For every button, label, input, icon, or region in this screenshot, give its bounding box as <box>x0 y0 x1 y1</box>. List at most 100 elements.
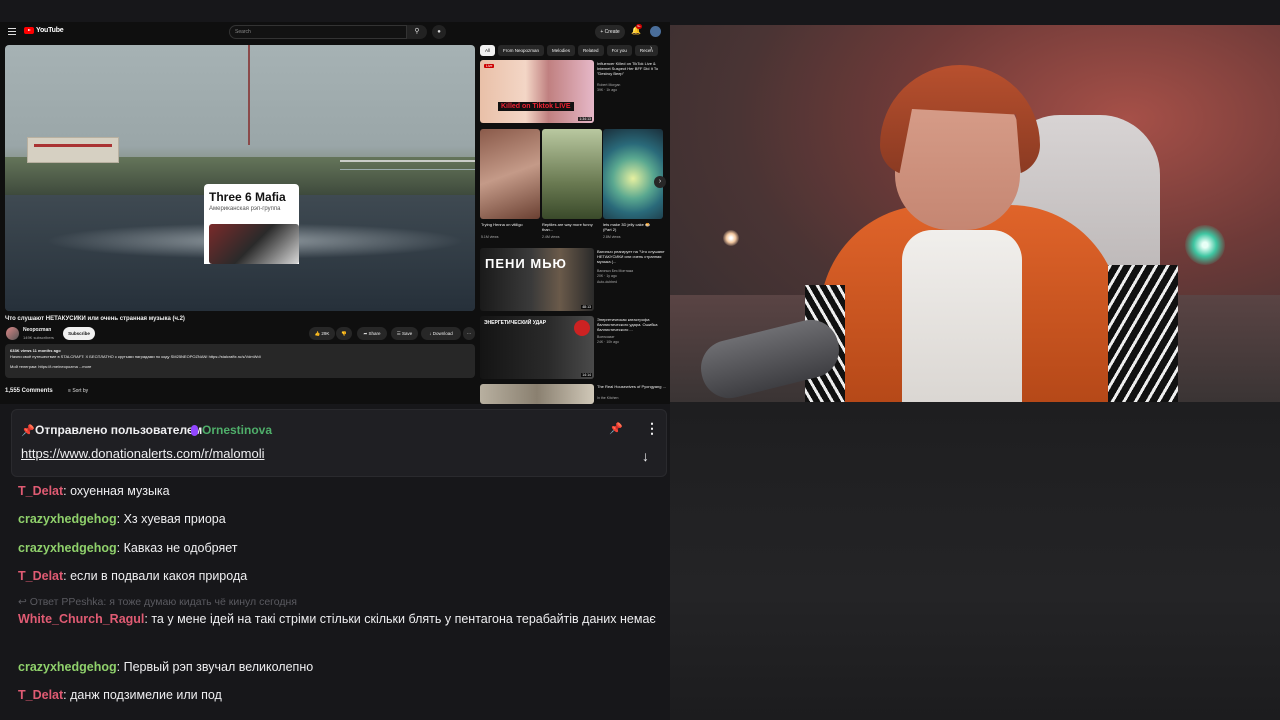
recommendation-title[interactable]: Вагиныч реагирует на "Что слушают НЕТАКУ… <box>597 249 667 264</box>
recommendation-title[interactable]: Influencer Killed on TikTok Live & Inter… <box>597 61 667 76</box>
video-scene-bridge <box>340 160 475 170</box>
short-thumbnail[interactable] <box>603 129 663 219</box>
more-options-icon[interactable]: ⋮ <box>645 420 659 437</box>
share-button[interactable]: ➦ Share <box>357 327 387 340</box>
recommendation-title[interactable]: The Real Housewives of Pyongyang ... <box>597 384 667 389</box>
short-views: 2.8M views <box>603 235 621 239</box>
live-badge: Live <box>484 64 495 68</box>
chip-all[interactable]: All <box>480 45 496 56</box>
video-scene-mast <box>248 45 250 145</box>
channel-avatar[interactable] <box>6 327 19 340</box>
chat-username[interactable]: crazyxhedgehog <box>18 512 117 526</box>
pin-icon: 📌 <box>21 425 35 437</box>
chat-username[interactable]: White_Church_Ragul <box>18 612 144 626</box>
pinned-message: 📌 Отправлено пользователем Ornestinova h… <box>11 409 667 477</box>
short-title[interactable]: lets make 3D jelly cake 🍮 (Part 2) <box>603 222 659 232</box>
youtube-logo-text: YouTube <box>36 27 64 34</box>
comments-count: 1,555 Comments <box>5 388 53 394</box>
recommendation-thumbnail[interactable]: ПЕНИ МЬЮ 48:13 <box>480 248 594 311</box>
chat-panel: 📌 Отправлено пользователем Ornestinova h… <box>0 404 670 720</box>
description-line: Мой телеграм: https://t.me/neopozma ...m… <box>10 364 92 369</box>
pinned-username: Ornestinova <box>202 423 273 437</box>
chat-username[interactable]: crazyxhedgehog <box>18 660 117 674</box>
description-line: Начни своё путешествие в STALCRAFT: X БЕ… <box>10 354 261 359</box>
chat-text: : данж подзимелие или под <box>63 688 222 702</box>
recommendation-thumbnail[interactable]: Live Killed on Tiktok LIVE 1:34:13 <box>480 60 594 123</box>
chat-username[interactable]: T_Delat <box>18 569 63 583</box>
donation-link[interactable]: https://www.donationalerts.com/r/malomol… <box>21 446 264 461</box>
artist-info-card[interactable]: Three 6 Mafia Американская рэп-группа <box>204 184 299 264</box>
save-label: Save <box>402 331 413 336</box>
short-title[interactable]: Trying Henna on vitiligo <box>481 222 537 227</box>
chat-message: crazyxhedgehog: Кавказ не одобряет <box>18 539 658 558</box>
pinned-header: Отправлено пользователем <box>35 423 203 437</box>
webcam-shirt <box>902 230 1022 402</box>
duration-badge: 1:34:13 <box>578 117 592 121</box>
subscribe-button[interactable]: Subscribe <box>63 327 95 340</box>
chat-username[interactable]: T_Delat <box>18 484 63 498</box>
chip-from-channel[interactable]: From Neopozman <box>498 45 545 56</box>
search-icon[interactable]: ⚲ <box>407 25 427 39</box>
chat-message: T_Delat: охуенная музыка <box>18 482 658 501</box>
sort-by-button[interactable]: ≡ Sort by <box>68 388 88 394</box>
voice-search-icon[interactable]: ● <box>432 25 446 39</box>
recommendation-meta: 20K · 1y ago <box>597 274 617 278</box>
channel-logo-icon <box>574 320 590 336</box>
avatar[interactable] <box>650 26 661 37</box>
chip-for-you[interactable]: For you <box>606 45 632 56</box>
duration-badge: 14:14 <box>581 373 592 377</box>
expand-down-icon[interactable]: ↓ <box>642 448 649 464</box>
menu-icon[interactable] <box>8 28 16 35</box>
chat-username[interactable]: T_Delat <box>18 688 63 702</box>
youtube-logo[interactable]: YouTube <box>24 27 64 34</box>
create-button[interactable]: + Create <box>595 25 625 39</box>
chat-text: : та у мене ідей на такі стріми стільки … <box>144 612 656 626</box>
short-thumbnail[interactable] <box>542 129 602 219</box>
webcam-lamp-right <box>1185 225 1225 265</box>
chat-text: : охуенная музыка <box>63 484 170 498</box>
video-scene-building <box>27 137 119 163</box>
chip-related[interactable]: Related <box>578 45 604 56</box>
save-button[interactable]: ☰ Save <box>391 327 418 340</box>
channel-name[interactable]: Neopozman <box>23 327 51 333</box>
download-label: Download <box>432 331 453 336</box>
pinned-user[interactable]: Ornestinova <box>191 423 272 437</box>
notification-badge: 9+ <box>636 24 642 29</box>
artist-name: Three 6 Mafia <box>209 190 286 204</box>
youtube-window: YouTube Search ⚲ ● + Create 🔔 9+ Three 6… <box>0 22 670 404</box>
youtube-topbar: YouTube Search ⚲ ● + Create 🔔 9+ <box>0 22 670 42</box>
like-count: 29K <box>321 331 330 336</box>
short-thumbnail[interactable] <box>480 129 540 219</box>
dislike-button[interactable]: 👎 <box>336 327 352 340</box>
search-input[interactable]: Search <box>229 25 407 39</box>
recommendation-channel: In the Kitchen <box>597 396 619 400</box>
webcam-sleeve-stripes <box>1108 265 1178 402</box>
short-title[interactable]: Reptiles are way more funny than... <box>542 222 598 232</box>
chip-recent[interactable]: Recen <box>634 45 658 56</box>
video-player[interactable]: Three 6 Mafia Американская рэп-группа <box>5 45 475 311</box>
background-panel <box>670 402 1280 720</box>
chat-text: : Хз хуевая приора <box>116 512 226 526</box>
chevron-right-icon[interactable]: › <box>650 45 652 52</box>
chat-message: crazyxhedgehog: Первый рэп звучал велико… <box>18 658 658 677</box>
download-button[interactable]: ↓ Download <box>421 327 461 340</box>
chevron-right-icon[interactable]: › <box>654 176 666 188</box>
reply-reference[interactable]: ↩ Ответ PPeshka: я тоже думаю кидать чё … <box>18 596 297 608</box>
more-actions-icon[interactable]: ⋯ <box>463 327 475 340</box>
like-button[interactable]: 👍 29K <box>309 327 335 340</box>
webcam-feed <box>670 25 1280 402</box>
artist-image <box>209 224 299 264</box>
duration-badge: 48:13 <box>581 305 592 309</box>
chat-message: White_Church_Ragul: та у мене ідей на та… <box>18 610 658 629</box>
recommendation-title[interactable]: Энергетическая катастрофа баллистическог… <box>597 317 667 332</box>
video-description[interactable]: 633K views 11 months ago Начни своё путе… <box>5 344 475 378</box>
recommendation-thumbnail[interactable]: ЭНЕРГЕТИЧЕСКИЙ УДАР 14:14 <box>480 316 594 379</box>
recommendation-meta: 39K · 1h ago <box>597 88 618 92</box>
subscriber-count: 149K subscribers <box>23 335 54 340</box>
recommendation-thumbnail[interactable] <box>480 384 594 404</box>
chip-melodies[interactable]: Melodies <box>547 45 576 56</box>
thumbnail-caption: Killed on Tiktok LIVE <box>498 102 574 111</box>
chat-username[interactable]: crazyxhedgehog <box>18 541 117 555</box>
auto-dubbed-label: Auto-dubbed <box>597 280 618 284</box>
unpin-icon[interactable]: 📌 <box>609 422 623 435</box>
